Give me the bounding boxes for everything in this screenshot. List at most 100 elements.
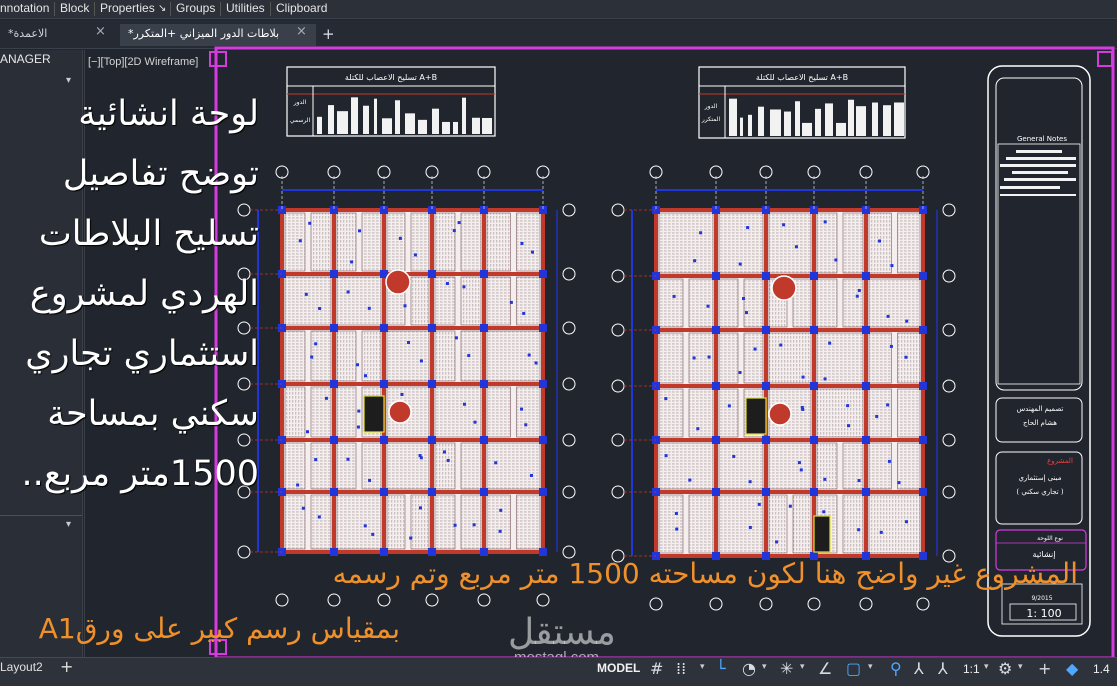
chevron-down-icon[interactable]: ▾ [1018,662,1023,672]
column [428,324,436,332]
column [330,380,338,388]
drawing-date: 9/2015 [1031,595,1052,602]
stair-well [768,402,792,426]
schedule-cell [453,121,458,134]
column [380,324,388,332]
rebar-mark [799,468,803,472]
grid-bubble [536,593,550,607]
rebar-mark [688,478,692,482]
rebar-mark [298,239,302,243]
rebar-mark [409,536,413,540]
workspace-icon[interactable]: ◆ [1066,659,1078,678]
rebar-mark [527,353,531,357]
column [919,488,927,496]
rib-slab-panel [434,442,456,490]
schedule-cell [758,106,764,136]
rib-slab-panel [743,278,764,328]
auto-scale-icon[interactable]: ⅄ [914,659,924,678]
rebar-mark [753,347,757,351]
layout-tab[interactable]: Layout2 [0,660,43,674]
chevron-down-icon[interactable]: ▾ [984,662,989,672]
rib-slab-panel [688,278,714,328]
schedule-cell [418,119,427,134]
rebar-mark [314,342,318,346]
polar-tracking-icon[interactable]: ◔ [742,659,756,678]
column [330,436,338,444]
schedule-cell [432,108,439,134]
chevron-down-icon[interactable]: ▾ [868,662,873,672]
object-snap-tracking-icon[interactable]: ∠ [818,659,832,678]
plus-icon[interactable]: + [1038,659,1051,678]
rebar-mark [356,363,360,367]
grid-bubble [562,267,576,281]
rebar-mark [467,354,471,358]
grid-icon[interactable]: # [650,659,663,678]
column [919,326,927,334]
rebar-mark [707,355,711,359]
rib-slab-panel [688,494,714,554]
rebar-mark [418,454,422,458]
rib-slab-panel [386,212,406,272]
beam [282,208,543,212]
model-space-toggle[interactable]: MODEL [597,661,640,675]
rebar-mark [530,250,534,254]
rib-slab-panel [658,278,684,328]
object-snap-icon[interactable]: ▢ [846,659,861,678]
ortho-icon[interactable]: └ [716,659,726,678]
rib-slab-panel [361,330,382,382]
chevron-down-icon[interactable]: ▾ [762,662,767,672]
rib-slab-panel [768,212,812,274]
annotation-visibility-icon[interactable]: ⚲ [890,659,902,678]
column [712,326,720,334]
rib-slab-panel [486,494,511,550]
rebar-mark [878,239,882,243]
rebar-mark [823,477,827,481]
column [480,324,488,332]
rib-slab-panel [434,494,456,550]
stair-well [388,400,412,424]
rebar-mark [529,473,533,477]
plus-icon[interactable]: + [60,657,73,676]
column [762,326,770,334]
viewport-controls[interactable]: [−][Top][2D Wireframe] [88,56,198,68]
rebar-mark [738,262,742,266]
rebar-mark [367,306,371,310]
rib-slab-panel [361,212,382,272]
column [428,380,436,388]
column [762,382,770,390]
rib-slab-panel [792,494,812,554]
annotation-scale-value[interactable]: 1:1 [963,662,980,676]
chevron-down-icon[interactable]: ▾ [800,662,805,672]
annotation-scale-icon[interactable]: ⅄ [938,659,948,678]
rebar-mark [452,229,456,233]
rebar-mark [782,223,786,227]
schedule-row-label: الرسمي [290,117,311,124]
column [380,488,388,496]
schedule-title: تسليح الاعصاب للكتلة A+B [345,73,437,82]
snap-icon[interactable]: ⁞⁞ [676,659,686,678]
chevron-down-icon[interactable]: ▾ [700,662,705,672]
beam [656,208,923,212]
isodraft-icon[interactable]: ✳ [780,659,793,678]
overlay-caption-line1: المشروع غير واضح هنا لكون مساحته 1500 مت… [332,557,1078,590]
schedule-cell [802,122,812,136]
rib-slab-panel [897,442,921,490]
rebar-mark [828,341,832,345]
grid-bubble [611,323,625,337]
grid-bubble [859,597,873,611]
schedule-cell [872,102,878,136]
rebar-mark [524,423,528,427]
rib-slab-panel [516,212,541,272]
schedule-cell [405,113,415,134]
beam [656,384,923,388]
rebar-mark [748,480,752,484]
column [428,436,436,444]
gear-icon[interactable]: ⚙ [998,659,1012,678]
rib-slab-panel [816,388,864,438]
rebar-mark [800,405,804,409]
rebar-mark [664,454,668,458]
rib-slab-panel [460,276,482,326]
grid-bubble [649,597,663,611]
rebar-mark [403,304,407,308]
rebar-mark [875,414,879,418]
